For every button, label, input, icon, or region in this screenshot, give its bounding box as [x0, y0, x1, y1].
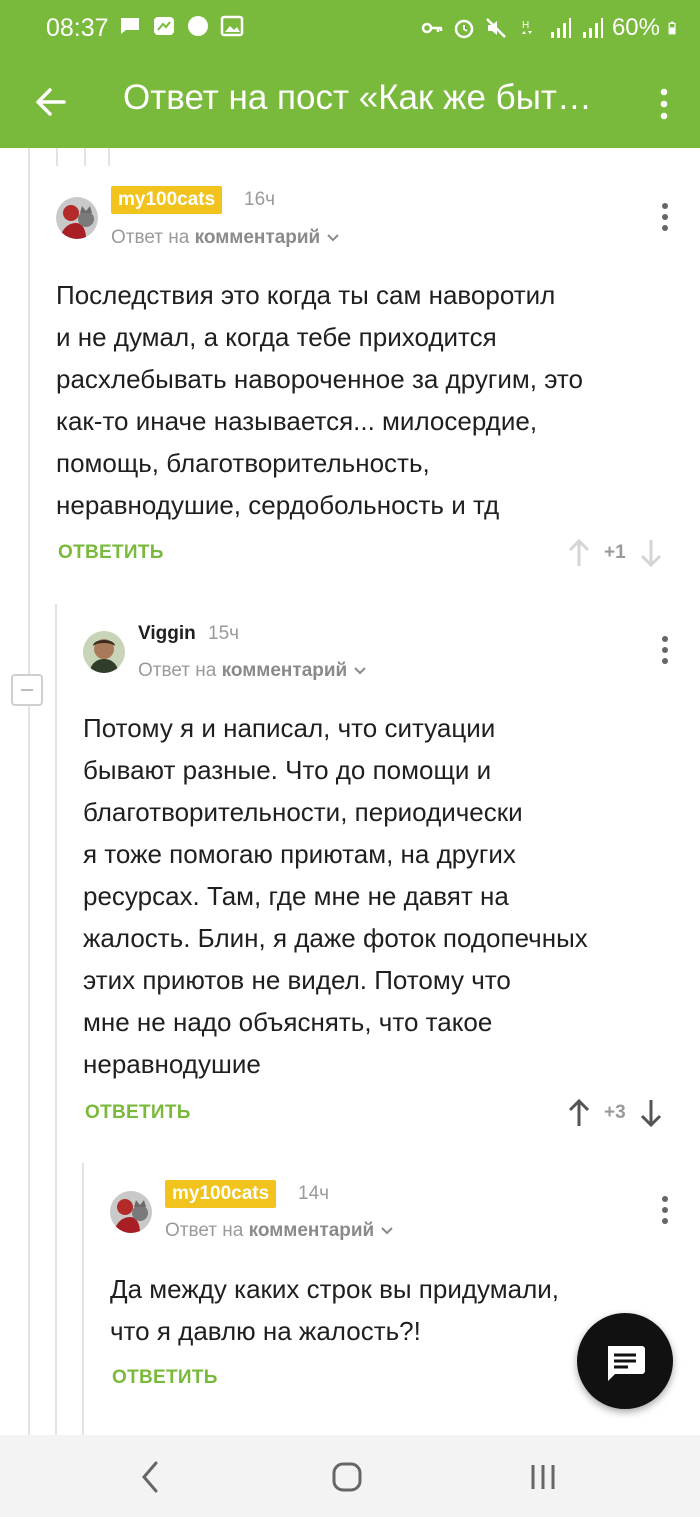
comment-time: 14ч: [298, 1183, 330, 1204]
chevron-down-icon: [380, 1227, 393, 1235]
comment-menu-icon[interactable]: [655, 1193, 675, 1227]
system-nav-bar: [0, 1435, 700, 1517]
comment-icon: [608, 1346, 645, 1381]
nav-back-icon[interactable]: [132, 1457, 172, 1497]
comment-3: my100cats 14ч Ответ на комментарий Да ме…: [0, 0, 700, 1430]
author-name[interactable]: my100cats: [165, 1180, 277, 1208]
reply-button[interactable]: ОТВЕТИТЬ: [112, 1367, 218, 1389]
nav-recents-icon[interactable]: [523, 1457, 563, 1497]
reply-to-link[interactable]: Ответ на комментарий: [165, 1220, 394, 1242]
avatar[interactable]: [110, 1191, 152, 1233]
nav-home-icon[interactable]: [327, 1457, 367, 1497]
reply-to-prefix: Ответ на: [165, 1220, 244, 1241]
reply-to-target: комментарий: [248, 1220, 375, 1241]
new-comment-fab[interactable]: [577, 1313, 673, 1409]
